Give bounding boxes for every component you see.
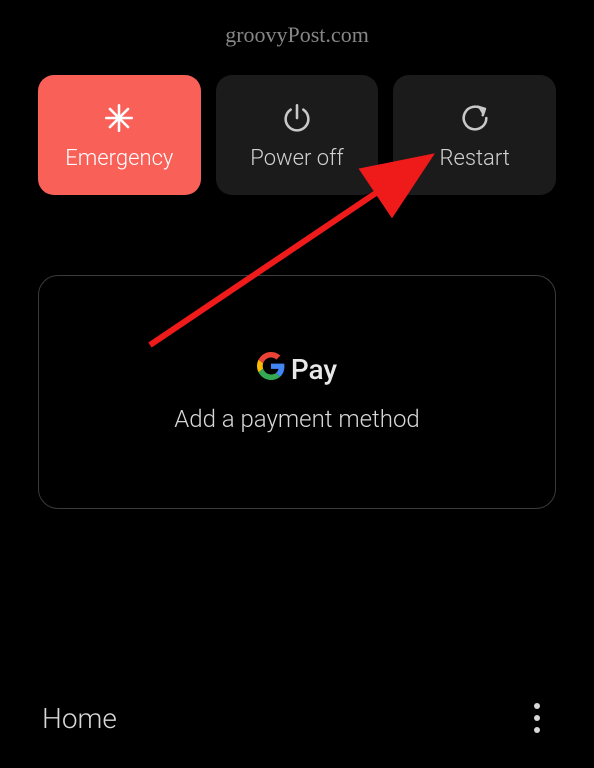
restart-button[interactable]: Restart <box>393 75 556 195</box>
google-g-icon <box>257 352 285 387</box>
gpay-text: Pay <box>291 353 337 386</box>
more-dots-icon <box>534 703 540 709</box>
power-off-button[interactable]: Power off <box>216 75 379 195</box>
more-menu-button[interactable] <box>522 698 552 738</box>
gpay-logo: Pay <box>257 352 337 387</box>
power-icon <box>279 100 315 136</box>
restart-icon <box>457 100 493 136</box>
restart-label: Restart <box>439 146 509 171</box>
gpay-card[interactable]: Pay Add a payment method <box>38 275 556 509</box>
emergency-button[interactable]: Emergency <box>38 75 201 195</box>
home-label[interactable]: Home <box>42 702 117 735</box>
watermark-text: groovyPost.com <box>225 22 369 48</box>
bottom-bar: Home <box>0 698 594 738</box>
emergency-label: Emergency <box>65 146 173 171</box>
power-off-label: Power off <box>250 146 343 171</box>
emergency-icon <box>101 100 137 136</box>
gpay-subtitle: Add a payment method <box>174 405 420 433</box>
